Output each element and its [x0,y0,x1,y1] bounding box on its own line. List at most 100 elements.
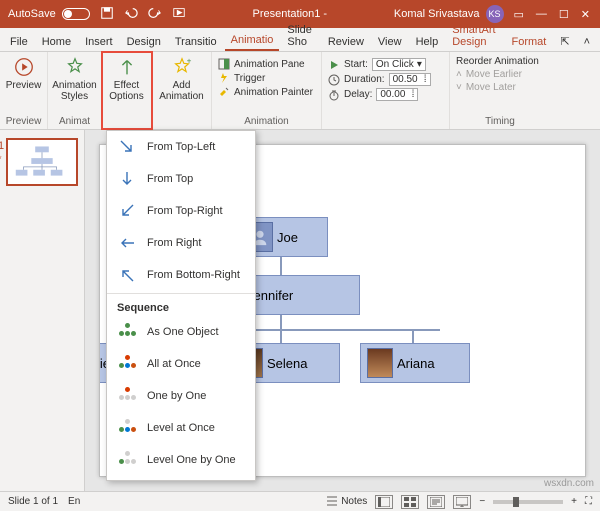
group-label-preview: Preview [6,115,42,127]
reading-view-icon[interactable] [427,495,445,509]
delay-input[interactable]: 00.00⁞ [376,88,418,101]
document-title: Presentation1 - [186,8,394,20]
sequence-levelone-icon [117,450,137,470]
save-icon[interactable] [100,6,114,23]
node-label: Joe [277,230,298,245]
node-label: Selena [267,356,307,371]
animation-styles-label: Animation Styles [52,80,96,102]
arrow-top-left-icon [117,265,137,285]
collapse-ribbon-icon[interactable]: ˄ [578,33,596,51]
start-select[interactable]: On Click▾ [372,58,426,71]
tab-home[interactable]: Home [36,33,77,51]
sequence-level-icon [117,418,137,438]
option-from-bottom-right[interactable]: From Bottom-Right [107,259,255,291]
animation-indicator-icon: * [0,154,2,164]
tab-transitions[interactable]: Transitio [169,33,223,51]
org-node-ariana[interactable]: Ariana [360,343,470,383]
slide-number: 1 [0,140,4,152]
sequence-heading: Sequence [107,296,255,316]
zoom-slider[interactable] [493,500,563,504]
slide-count: Slide 1 of 1 [8,496,58,507]
connector [412,329,414,343]
add-animation-label: Add Animation [159,80,203,102]
slideshow-view-icon[interactable] [453,495,471,509]
zoom-in-icon[interactable]: + [571,496,577,507]
tab-design[interactable]: Design [121,33,167,51]
arrow-bottom-right-icon [117,137,137,157]
close-icon[interactable]: ✕ [581,8,590,21]
arrow-left-icon [117,233,137,253]
restore-icon[interactable]: ☐ [559,8,569,21]
start-from-beginning-icon[interactable] [172,6,186,23]
fit-to-window-icon[interactable]: ⛶ [585,496,592,507]
tab-smartart-design[interactable]: SmartArt Design [446,21,503,51]
trigger-button[interactable]: Trigger [218,72,313,84]
sequence-all-icon [117,354,137,374]
effect-options-menu: From Top-Left From Top From Top-Right Fr… [106,130,256,481]
workspace: 1 * Joe Jennifer lie Selena Arian [0,130,600,491]
connector [280,257,282,275]
group-label-timing: Timing [485,115,515,127]
animation-styles-button[interactable]: Animation Styles [48,54,100,104]
option-from-top-left[interactable]: From Top-Left [107,131,255,163]
effect-options-label: Effect Options [109,80,143,102]
menu-separator [107,293,255,294]
option-as-one-object[interactable]: As One Object [107,316,255,348]
user-name[interactable]: Komal Srivastava [394,8,480,20]
duration-label: Duration: [344,74,385,85]
option-from-top[interactable]: From Top [107,163,255,195]
autosave-toggle[interactable] [62,8,90,20]
tab-animations[interactable]: Animatio [225,31,280,51]
share-icon[interactable]: ⇱ [554,32,575,51]
autosave-label: AutoSave [8,8,56,20]
status-bar: Slide 1 of 1 En Notes − + ⛶ [0,491,600,511]
slide-sorter-icon[interactable] [401,495,419,509]
preview-label: Preview [6,80,42,91]
person-photo [367,348,393,378]
connector [280,315,282,329]
move-earlier-button[interactable]: ˄Move Earlier [456,69,539,80]
ribbon-tabs: File Home Insert Design Transitio Animat… [0,28,600,52]
delay-label: Delay: [344,89,372,100]
reorder-label: Reorder Animation [456,56,539,67]
slide-thumbnail-1[interactable]: 1 * [6,138,78,186]
effect-options-button[interactable]: Effect Options [105,54,147,104]
tab-view[interactable]: View [372,33,408,51]
notes-button[interactable]: Notes [326,496,367,508]
group-label-animation1: Animat [59,115,90,127]
redo-icon[interactable] [148,6,162,23]
watermark: wsxdn.com [544,478,594,489]
option-one-by-one[interactable]: One by One [107,380,255,412]
add-animation-button[interactable]: + Add Animation [155,54,207,104]
undo-icon[interactable] [124,6,138,23]
option-all-at-once[interactable]: All at Once [107,348,255,380]
zoom-out-icon[interactable]: − [479,496,485,507]
preview-button[interactable]: Preview [2,54,46,93]
tab-slideshow[interactable]: Slide Sho [281,21,319,51]
option-level-at-once[interactable]: Level at Once [107,412,255,444]
animation-painter-button[interactable]: Animation Painter [218,86,313,98]
tab-review[interactable]: Review [322,33,370,51]
start-label: Start: [344,59,368,70]
option-from-top-right[interactable]: From Top-Right [107,195,255,227]
minimize-icon[interactable]: — [536,8,547,21]
tab-format[interactable]: Format [506,33,553,51]
svg-text:+: + [186,56,191,65]
sequence-onebyone-icon [117,386,137,406]
normal-view-icon[interactable] [375,495,393,509]
arrow-down-icon [117,169,137,189]
ribbon: Preview Preview Animation Styles Animat … [0,52,600,130]
language-indicator[interactable]: En [68,496,80,507]
option-level-one-by-one[interactable]: Level One by One [107,444,255,476]
ribbon-display-icon[interactable]: ▭ [514,8,524,21]
arrow-bottom-left-icon [117,201,137,221]
tab-help[interactable]: Help [410,33,445,51]
group-label-advanced: Animation [244,115,288,127]
tab-insert[interactable]: Insert [79,33,119,51]
animation-pane-button[interactable]: Animation Pane [218,58,313,70]
option-from-right[interactable]: From Right [107,227,255,259]
duration-input[interactable]: 00.50⁞ [389,73,431,86]
node-label: Ariana [397,356,435,371]
tab-file[interactable]: File [4,33,34,51]
move-later-button[interactable]: ˅Move Later [456,82,539,93]
